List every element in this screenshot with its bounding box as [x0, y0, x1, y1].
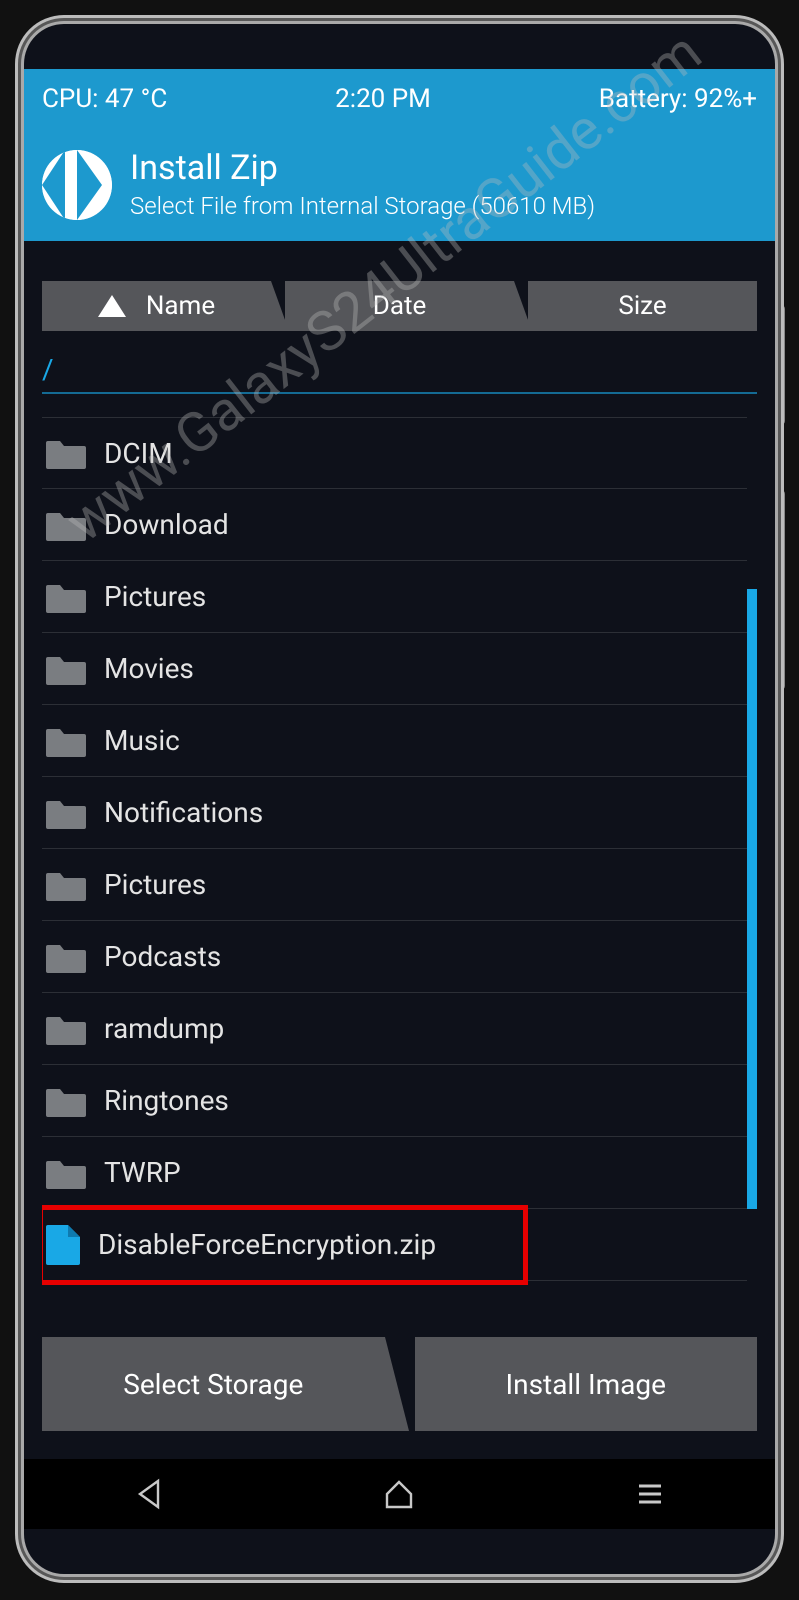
nav-home-icon[interactable]: [382, 1477, 416, 1511]
sort-by-name-tab[interactable]: Name: [42, 281, 271, 331]
folder-row-music[interactable]: Music: [42, 705, 747, 777]
title-bar: Install Zip Select File from Internal St…: [24, 129, 775, 241]
folder-label: TWRP: [104, 1156, 181, 1189]
folder-row-ringtones[interactable]: Ringtones: [42, 1065, 747, 1137]
folder-row-podcasts[interactable]: Podcasts: [42, 921, 747, 993]
folder-row-download[interactable]: Download: [42, 489, 747, 561]
screen: CPU: 47 °C 2:20 PM Battery: 92%+ Install…: [24, 69, 775, 1529]
folder-row-dcim[interactable]: DCIM: [42, 417, 747, 489]
folder-icon: [46, 941, 86, 973]
folder-icon: [46, 509, 86, 541]
folder-icon: [46, 797, 86, 829]
bottom-button-row: Select Storage Install Image: [42, 1337, 757, 1431]
phone-side-button-1: [775, 305, 785, 425]
sort-by-size-tab[interactable]: Size: [528, 281, 757, 331]
status-cpu: CPU: 47 °C: [42, 84, 167, 114]
scrollbar[interactable]: [747, 589, 757, 1209]
folder-icon: [46, 1013, 86, 1045]
sort-by-date-tab[interactable]: Date: [285, 281, 514, 331]
sort-ascending-icon: [98, 295, 126, 317]
file-zip-icon: [46, 1225, 80, 1265]
twrp-logo-icon: [42, 150, 112, 220]
phone-frame: CPU: 47 °C 2:20 PM Battery: 92%+ Install…: [24, 24, 775, 1574]
android-navigation-bar: [24, 1459, 775, 1529]
file-list[interactable]: DCIM Download Pictures Movies Music Noti…: [42, 417, 747, 1313]
sort-name-label: Name: [146, 291, 215, 321]
sort-size-label: Size: [618, 291, 666, 321]
folder-label: Pictures: [104, 868, 206, 901]
folder-label: Notifications: [104, 796, 263, 829]
current-path[interactable]: /: [24, 345, 775, 392]
folder-row-pictures-1[interactable]: Pictures: [42, 561, 747, 633]
folder-label: ramdump: [104, 1012, 224, 1045]
screen-title: Install Zip: [130, 150, 595, 187]
folder-label: Ringtones: [104, 1084, 229, 1117]
folder-icon: [46, 1085, 86, 1117]
nav-recents-icon[interactable]: [633, 1477, 667, 1511]
folder-row-notifications[interactable]: Notifications: [42, 777, 747, 849]
folder-row-ramdump[interactable]: ramdump: [42, 993, 747, 1065]
folder-row-pictures-2[interactable]: Pictures: [42, 849, 747, 921]
status-bar: CPU: 47 °C 2:20 PM Battery: 92%+: [24, 69, 775, 129]
nav-back-icon[interactable]: [132, 1477, 166, 1511]
sort-tabs: Name Date Size: [24, 241, 775, 345]
folder-label: Download: [104, 508, 229, 541]
folder-icon: [46, 581, 86, 613]
status-battery: Battery: 92%+: [599, 84, 757, 114]
select-storage-label: Select Storage: [123, 1368, 303, 1401]
folder-label: Music: [104, 724, 180, 757]
folder-label: Pictures: [104, 580, 206, 613]
folder-label: Movies: [104, 652, 194, 685]
folder-row-movies[interactable]: Movies: [42, 633, 747, 705]
folder-icon: [46, 1157, 86, 1189]
status-time: 2:20 PM: [335, 84, 431, 114]
folder-row-twrp[interactable]: TWRP: [42, 1137, 747, 1209]
folder-label: Podcasts: [104, 940, 221, 973]
folder-icon: [46, 869, 86, 901]
folder-icon: [46, 725, 86, 757]
install-image-button[interactable]: Install Image: [415, 1337, 758, 1431]
screen-subtitle: Select File from Internal Storage (50610…: [130, 192, 595, 220]
folder-icon: [46, 653, 86, 685]
folder-icon: [46, 437, 86, 469]
sort-date-label: Date: [373, 291, 427, 321]
folder-label: DCIM: [104, 437, 173, 470]
phone-side-button-2: [775, 490, 785, 690]
install-image-label: Install Image: [506, 1368, 666, 1401]
file-label: DisableForceEncryption.zip: [98, 1228, 436, 1261]
path-divider: [42, 392, 757, 394]
select-storage-button[interactable]: Select Storage: [42, 1337, 385, 1431]
file-row-disableforceencryption-zip[interactable]: DisableForceEncryption.zip: [42, 1209, 747, 1281]
